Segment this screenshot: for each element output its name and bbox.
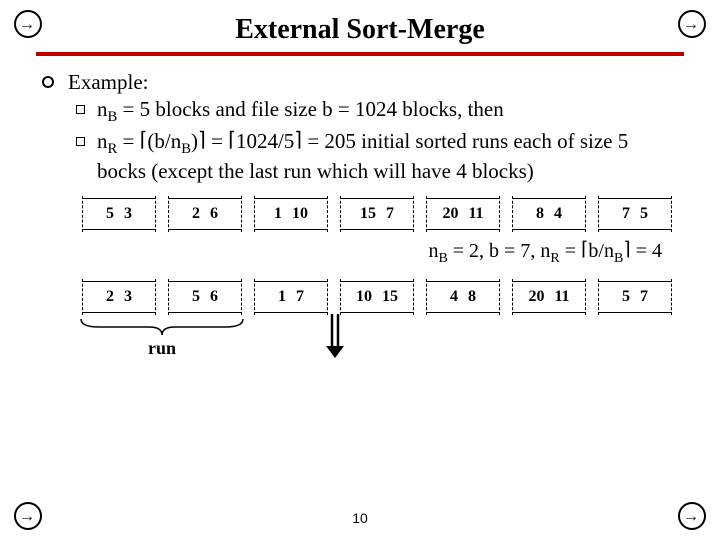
block-value: 11 (468, 205, 483, 223)
sub-bullet-2-text: nR = ⌈(b/nB)⌉ = ⌈1024/5⌉ = 205 initial s… (97, 129, 680, 184)
nav-icon-top-right[interactable] (678, 10, 706, 38)
block-value: 10 (356, 288, 372, 306)
block-value: 7 (296, 288, 304, 306)
block-value: 8 (468, 288, 476, 306)
block-value: 4 (450, 288, 458, 306)
data-block: 2011 (426, 198, 500, 230)
block-value: 1 (274, 205, 282, 223)
brace-icon (79, 317, 245, 335)
data-block: 2011 (512, 281, 586, 313)
block-value: 8 (536, 205, 544, 223)
block-value: 6 (210, 288, 218, 306)
block-row-sorted: 235617101548201157 (82, 281, 680, 313)
block-value: 5 (192, 288, 200, 306)
example-label: Example: (68, 70, 148, 95)
data-block: 56 (168, 281, 242, 313)
data-block: 57 (598, 281, 672, 313)
block-value: 6 (210, 205, 218, 223)
block-value: 3 (124, 288, 132, 306)
block-value: 5 (106, 205, 114, 223)
block-value: 7 (622, 205, 630, 223)
block-value: 5 (622, 288, 630, 306)
block-value: 1 (278, 288, 286, 306)
block-value: 20 (528, 288, 544, 306)
bullet-square-icon (76, 105, 85, 114)
data-block: 10 15 (340, 281, 414, 313)
block-value: 15 (360, 205, 376, 223)
title-underline (36, 52, 684, 56)
run-label: run (78, 338, 246, 359)
data-block: 15 7 (340, 198, 414, 230)
bullet-square-icon (76, 137, 85, 146)
example-row: Example: (36, 70, 680, 95)
arrow-down-icon (324, 312, 346, 358)
data-block: 48 (426, 281, 500, 313)
data-block: 23 (82, 281, 156, 313)
data-block: 1 10 (254, 198, 328, 230)
nav-icon-top-left[interactable] (14, 10, 42, 38)
block-value: 15 (382, 288, 398, 306)
slide-title: External Sort-Merge (0, 0, 720, 52)
run-brace: run (78, 317, 246, 359)
block-value: 11 (554, 288, 569, 306)
page-number: 10 (0, 510, 720, 526)
block-value: 10 (292, 205, 308, 223)
block-value: 20 (442, 205, 458, 223)
sub-bullet-2: nR = ⌈(b/nB)⌉ = ⌈1024/5⌉ = 205 initial s… (36, 129, 680, 184)
data-block: 53 (82, 198, 156, 230)
data-block: 75 (598, 198, 672, 230)
data-block: 84 (512, 198, 586, 230)
sub-bullet-1: nB = 5 blocks and file size b = 1024 blo… (36, 97, 680, 127)
block-value: 3 (124, 205, 132, 223)
bullet-circle-icon (42, 76, 54, 88)
block-value: 4 (554, 205, 562, 223)
block-value: 7 (386, 205, 394, 223)
content-area: Example: nB = 5 blocks and file size b =… (0, 70, 720, 359)
block-row-unsorted: 532611015720118475 (82, 198, 680, 230)
block-value: 2 (106, 288, 114, 306)
block-value: 5 (640, 205, 648, 223)
block-value: 2 (192, 205, 200, 223)
block-value: 7 (640, 288, 648, 306)
data-block: 26 (168, 198, 242, 230)
equation-row: nB = 2, b = 7, nR = ⌈b/nB⌉ = 4 (36, 240, 662, 267)
data-block: 17 (254, 281, 328, 313)
sub-bullet-1-text: nB = 5 blocks and file size b = 1024 blo… (97, 97, 504, 127)
